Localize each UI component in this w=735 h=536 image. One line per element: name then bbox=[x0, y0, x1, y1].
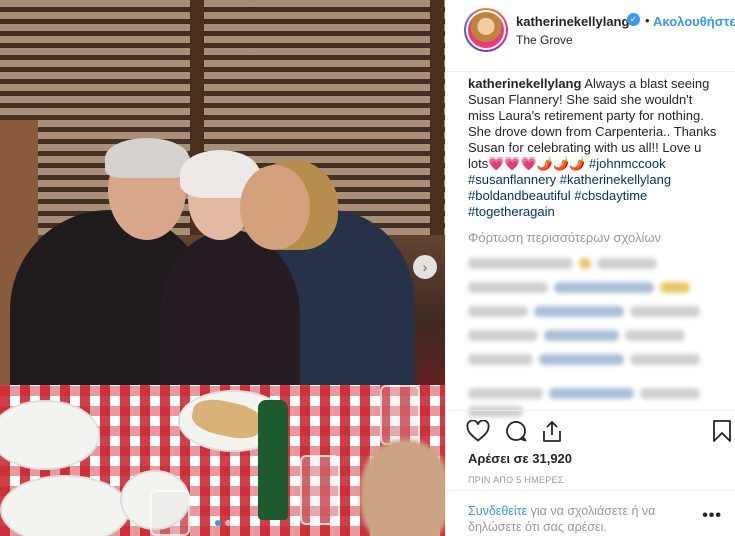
blurred-text bbox=[468, 353, 533, 365]
comment-icon bbox=[506, 421, 527, 442]
blurred-text bbox=[630, 353, 700, 365]
load-more-comments-button[interactable]: Φόρτωση περισσότερων σχολίων bbox=[468, 230, 718, 246]
blurred-comment bbox=[468, 280, 718, 294]
bottle bbox=[258, 400, 288, 520]
blurred-text bbox=[468, 387, 543, 399]
follow-button[interactable]: Ακολουθήστε bbox=[653, 14, 735, 29]
blurred-text bbox=[640, 387, 700, 399]
carousel-dots bbox=[0, 520, 445, 526]
post-header: katherinekellylang ✓ • Ακολουθήστε The G… bbox=[446, 0, 735, 72]
save-button[interactable] bbox=[708, 417, 735, 445]
blurred-text bbox=[549, 387, 634, 399]
hashtag-link[interactable]: #boldandbeautiful bbox=[468, 188, 571, 203]
glass bbox=[150, 490, 190, 536]
comments-section: katherinekellylang Always a blast seeing… bbox=[468, 76, 718, 418]
blurred-text bbox=[468, 281, 548, 293]
blurred-text bbox=[625, 329, 685, 341]
avatar[interactable] bbox=[464, 8, 508, 52]
blurred-text bbox=[468, 257, 573, 269]
hashtag-link[interactable]: #susanflannery bbox=[468, 172, 556, 187]
glass bbox=[380, 385, 420, 445]
blurred-text bbox=[468, 329, 538, 341]
likes-count[interactable]: Αρέσει σε 31,920 bbox=[468, 451, 572, 466]
blurred-text bbox=[544, 329, 619, 341]
glass bbox=[300, 455, 340, 525]
hashtag-link[interactable]: #johnmccook bbox=[589, 156, 666, 171]
bookmark-icon bbox=[713, 420, 731, 442]
plate bbox=[0, 475, 130, 536]
blurred-text bbox=[534, 305, 624, 317]
hashtag-link[interactable]: #katherinekellylang bbox=[560, 172, 671, 187]
share-icon bbox=[543, 421, 561, 442]
caption: katherinekellylang Always a blast seeing… bbox=[468, 76, 718, 220]
blurred-comment bbox=[468, 386, 718, 400]
separator-dot: • bbox=[645, 13, 650, 28]
chevron-right-icon: › bbox=[422, 259, 428, 275]
blurred-text bbox=[579, 257, 591, 269]
login-link[interactable]: Συνδεθείτε bbox=[468, 504, 527, 518]
carousel-next-button[interactable]: › bbox=[413, 255, 437, 279]
blurred-comments bbox=[468, 256, 718, 418]
window-frame bbox=[430, 0, 444, 235]
post-actions bbox=[446, 410, 735, 450]
carousel-dot bbox=[214, 520, 221, 526]
woman-blonde-face bbox=[240, 165, 310, 250]
heart-icon bbox=[466, 420, 490, 442]
blurred-text bbox=[630, 305, 700, 317]
share-button[interactable] bbox=[538, 417, 566, 445]
location-link[interactable]: The Grove bbox=[516, 33, 573, 47]
comment-button[interactable] bbox=[502, 417, 530, 445]
blurred-text bbox=[597, 257, 657, 269]
man-hair bbox=[105, 138, 189, 178]
blurred-comment bbox=[468, 304, 718, 318]
carousel-dot bbox=[224, 520, 231, 526]
blurred-text bbox=[468, 305, 528, 317]
login-prompt: Συνδεθείτε για να σχολιάσετε ή να δηλώσε… bbox=[446, 490, 735, 536]
post-photo[interactable]: › bbox=[0, 0, 445, 536]
like-button[interactable] bbox=[464, 417, 492, 445]
hashtag-link[interactable]: #togetheragain bbox=[468, 204, 555, 219]
username-link[interactable]: katherinekellylang bbox=[516, 14, 629, 29]
post-timestamp[interactable]: ΠΡΙΝ ΑΠΟ 5 ΗΜΕΡΕΣ bbox=[468, 475, 564, 485]
blurred-comment bbox=[468, 352, 718, 366]
caption-emoji: 💗💗💗🌶️🌶️🌶️ bbox=[488, 156, 586, 171]
blurred-comment bbox=[468, 328, 718, 342]
verified-badge-icon: ✓ bbox=[627, 13, 640, 26]
woman-center-body bbox=[160, 230, 300, 400]
more-options-button[interactable]: ••• bbox=[702, 507, 722, 525]
avatar-image bbox=[466, 10, 506, 50]
blurred-comment bbox=[468, 256, 718, 270]
post-sidebar: katherinekellylang ✓ • Ακολουθήστε The G… bbox=[445, 0, 735, 536]
blurred-text bbox=[554, 281, 654, 293]
blurred-text bbox=[660, 281, 690, 293]
hashtag-link[interactable]: #cbsdaytime bbox=[574, 188, 647, 203]
caption-username[interactable]: katherinekellylang bbox=[468, 76, 581, 91]
login-prompt-text: Συνδεθείτε για να σχολιάσετε ή να δηλώσε… bbox=[468, 503, 678, 535]
blurred-text bbox=[539, 353, 624, 365]
